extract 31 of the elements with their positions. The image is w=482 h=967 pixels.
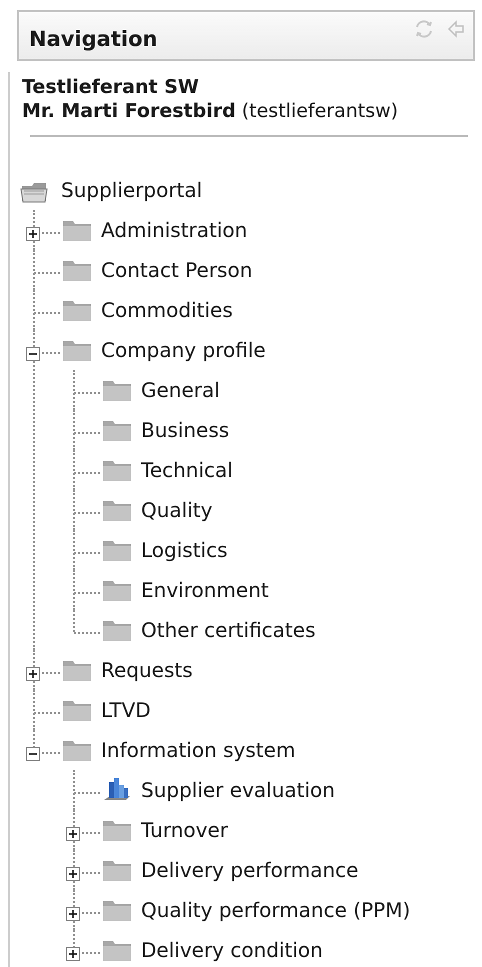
tree-item[interactable]: Requests — [101, 655, 193, 685]
tree-item[interactable]: Information system — [101, 735, 296, 765]
expand-icon[interactable] — [26, 667, 40, 681]
tree-item[interactable]: Administration — [101, 215, 248, 245]
panel-title: Navigation — [29, 26, 158, 53]
expand-icon[interactable] — [66, 867, 80, 881]
expand-icon[interactable] — [66, 947, 80, 961]
tree-item[interactable]: Supplierportal — [61, 175, 202, 205]
tree-item[interactable]: Delivery condition — [141, 935, 323, 965]
tree-item[interactable]: Quality — [141, 495, 212, 525]
tree-item[interactable]: Business — [141, 415, 230, 445]
tree-item[interactable]: Turnover — [141, 815, 228, 845]
tree-item[interactable]: Commodities — [101, 295, 233, 325]
tree-item[interactable]: General — [141, 375, 220, 405]
collapse-icon[interactable] — [26, 347, 40, 361]
tree-item[interactable]: Logistics — [141, 535, 228, 565]
expand-icon[interactable] — [66, 827, 80, 841]
company-name: Testlieferant SW — [22, 75, 200, 99]
collapse-icon[interactable] — [26, 747, 40, 761]
tree-item[interactable]: Supplier evaluation — [141, 775, 335, 805]
tree-item[interactable]: Delivery performance — [141, 855, 358, 885]
tree-item[interactable]: Environment — [141, 575, 269, 605]
user-name: Mr. Marti Forestbird (testlieferantsw) — [22, 99, 400, 123]
tree-item[interactable]: Contact Person — [101, 255, 252, 285]
tree-item[interactable]: LTVD — [101, 695, 151, 725]
expand-icon[interactable] — [66, 907, 80, 921]
tree-item[interactable]: Quality performance (PPM) — [141, 895, 410, 925]
tree-item[interactable]: Other certificates — [141, 615, 316, 645]
tree-item[interactable]: Technical — [141, 455, 233, 485]
expand-icon[interactable] — [26, 227, 40, 241]
tree-item[interactable]: Company profile — [101, 335, 266, 365]
